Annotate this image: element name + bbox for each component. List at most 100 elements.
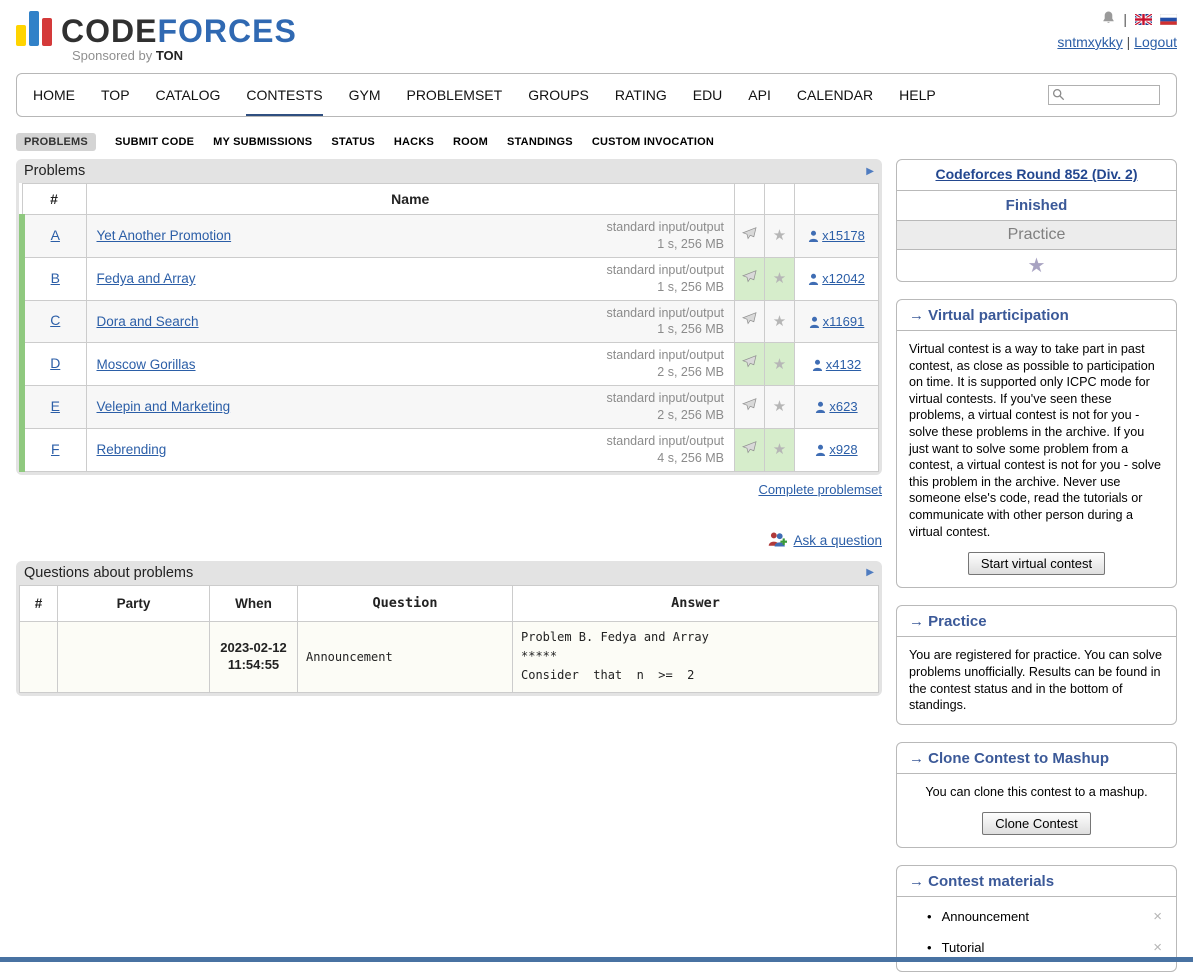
- practice-box: → Practice You are registered for practi…: [896, 605, 1177, 724]
- nav-contests[interactable]: CONTESTS: [246, 74, 322, 116]
- problem-name-link[interactable]: Moscow Gorillas: [97, 357, 196, 372]
- col-when: When: [210, 585, 298, 622]
- tab-standings[interactable]: STANDINGS: [507, 136, 573, 148]
- solvers-icon: [808, 273, 819, 285]
- table-row: C Dora and Search standard input/output1…: [22, 300, 879, 343]
- complete-problemset-link[interactable]: Complete problemset: [758, 482, 882, 497]
- table-row: B Fedya and Array standard input/output1…: [22, 257, 879, 300]
- list-item: • Announcement ×: [897, 901, 1176, 932]
- question-number: [20, 622, 58, 693]
- solved-count-link[interactable]: x15178: [822, 228, 865, 243]
- username-link[interactable]: sntmxykky: [1057, 34, 1122, 50]
- bullet: •: [927, 940, 932, 955]
- tutorial-link[interactable]: Tutorial: [942, 940, 985, 955]
- favorite-star-icon[interactable]: ★: [765, 215, 795, 258]
- problem-limits: standard input/output1 s, 256 MB: [607, 219, 724, 253]
- tab-my-submissions[interactable]: MY SUBMISSIONS: [213, 136, 312, 148]
- col-number: #: [20, 585, 58, 622]
- virtual-participation-box: → Virtual participation Virtual contest …: [896, 299, 1177, 588]
- solved-count-link[interactable]: x11691: [823, 314, 865, 329]
- problems-caption: Problems: [24, 163, 85, 179]
- solved-count-link[interactable]: x4132: [826, 357, 861, 372]
- problem-name-link[interactable]: Dora and Search: [97, 314, 199, 329]
- clone-contest-text: You can clone this contest to a mashup.: [897, 774, 1176, 811]
- problem-limits: standard input/output4 s, 256 MB: [607, 433, 724, 467]
- collapse-arrow-icon[interactable]: ▶: [866, 567, 874, 578]
- close-icon[interactable]: ×: [1153, 939, 1162, 956]
- main-nav: HOME TOP CATALOG CONTESTS GYM PROBLEMSET…: [16, 73, 1177, 117]
- separator: |: [1127, 34, 1131, 50]
- logo-bars-icon: [16, 10, 52, 46]
- ask-question-link[interactable]: Ask a question: [793, 533, 882, 548]
- favorite-contest-star-icon[interactable]: ★: [897, 250, 1176, 281]
- bell-icon[interactable]: [1102, 10, 1115, 28]
- questions-table-box: Questions about problems ▶ # Party When …: [16, 561, 882, 696]
- problem-limits: standard input/output1 s, 256 MB: [607, 305, 724, 339]
- nav-top[interactable]: TOP: [101, 74, 130, 116]
- solved-count-link[interactable]: x623: [829, 399, 857, 414]
- clone-contest-title: → Clone Contest to Mashup: [897, 743, 1176, 774]
- problem-letter-link[interactable]: E: [51, 398, 60, 414]
- problem-letter-link[interactable]: A: [51, 227, 60, 243]
- logo[interactable]: CODEFORCES Sponsored by TON: [16, 10, 297, 63]
- nav-rating[interactable]: RATING: [615, 74, 667, 116]
- announcement-link[interactable]: Announcement: [942, 909, 1029, 924]
- logout-link[interactable]: Logout: [1134, 34, 1177, 50]
- problem-limits: standard input/output1 s, 256 MB: [607, 262, 724, 296]
- solvers-icon: [815, 444, 826, 456]
- tab-room[interactable]: ROOM: [453, 136, 488, 148]
- nav-api[interactable]: API: [748, 74, 771, 116]
- contest-title-link[interactable]: Codeforces Round 852 (Div. 2): [935, 166, 1137, 182]
- tab-status[interactable]: STATUS: [331, 136, 375, 148]
- favorite-star-icon[interactable]: ★: [765, 257, 795, 300]
- footer-bar: [0, 957, 1193, 962]
- tab-problems[interactable]: PROBLEMS: [16, 133, 96, 151]
- nav-gym[interactable]: GYM: [349, 74, 381, 116]
- nav-catalog[interactable]: CATALOG: [156, 74, 221, 116]
- problem-letter-link[interactable]: B: [51, 270, 60, 286]
- solved-count-link[interactable]: x12042: [822, 271, 865, 286]
- logo-subtitle: Sponsored by TON: [72, 48, 297, 63]
- nav-help[interactable]: HELP: [899, 74, 936, 116]
- nav-home[interactable]: HOME: [33, 74, 75, 116]
- problem-name-link[interactable]: Velepin and Marketing: [97, 399, 231, 414]
- close-icon[interactable]: ×: [1153, 908, 1162, 925]
- nav-edu[interactable]: EDU: [693, 74, 723, 116]
- favorite-star-icon[interactable]: ★: [765, 300, 795, 343]
- submit-solution-icon[interactable]: [735, 215, 765, 258]
- collapse-arrow-icon[interactable]: ▶: [866, 166, 874, 177]
- solvers-icon: [809, 316, 820, 328]
- submit-solution-icon[interactable]: [735, 257, 765, 300]
- solved-count-link[interactable]: x928: [829, 442, 857, 457]
- russian-flag-icon[interactable]: [1160, 14, 1177, 25]
- tab-submit-code[interactable]: SUBMIT CODE: [115, 136, 194, 148]
- contest-materials-box: → Contest materials • Announcement × • T…: [896, 865, 1177, 972]
- contest-mode: Practice: [897, 221, 1176, 250]
- table-row: E Velepin and Marketing standard input/o…: [22, 386, 879, 429]
- problem-name-link[interactable]: Fedya and Array: [97, 271, 196, 286]
- english-flag-icon[interactable]: [1135, 14, 1152, 25]
- nav-problemset[interactable]: PROBLEMSET: [406, 74, 502, 116]
- submit-solution-icon[interactable]: [735, 386, 765, 429]
- problem-letter-link[interactable]: C: [50, 312, 60, 328]
- clone-contest-button[interactable]: Clone Contest: [982, 812, 1090, 835]
- nav-calendar[interactable]: CALENDAR: [797, 74, 873, 116]
- nav-groups[interactable]: GROUPS: [528, 74, 589, 116]
- tab-hacks[interactable]: HACKS: [394, 136, 434, 148]
- submit-solution-icon[interactable]: [735, 343, 765, 386]
- tab-custom-invocation[interactable]: CUSTOM INVOCATION: [592, 136, 714, 148]
- favorite-star-icon[interactable]: ★: [765, 343, 795, 386]
- clone-contest-box: → Clone Contest to Mashup You can clone …: [896, 742, 1177, 849]
- table-header-row: # Party When Question Answer: [20, 585, 879, 622]
- problem-letter-link[interactable]: F: [51, 441, 60, 457]
- logo-text: CODEFORCES: [61, 16, 297, 46]
- problem-name-link[interactable]: Yet Another Promotion: [97, 228, 232, 243]
- submit-solution-icon[interactable]: [735, 428, 765, 471]
- favorite-star-icon[interactable]: ★: [765, 428, 795, 471]
- start-virtual-contest-button[interactable]: Start virtual contest: [968, 552, 1105, 575]
- problem-name-link[interactable]: Rebrending: [97, 442, 167, 457]
- submit-solution-icon[interactable]: [735, 300, 765, 343]
- question-when: 2023-02-12 11:54:55: [210, 622, 298, 693]
- favorite-star-icon[interactable]: ★: [765, 386, 795, 429]
- problem-letter-link[interactable]: D: [50, 355, 60, 371]
